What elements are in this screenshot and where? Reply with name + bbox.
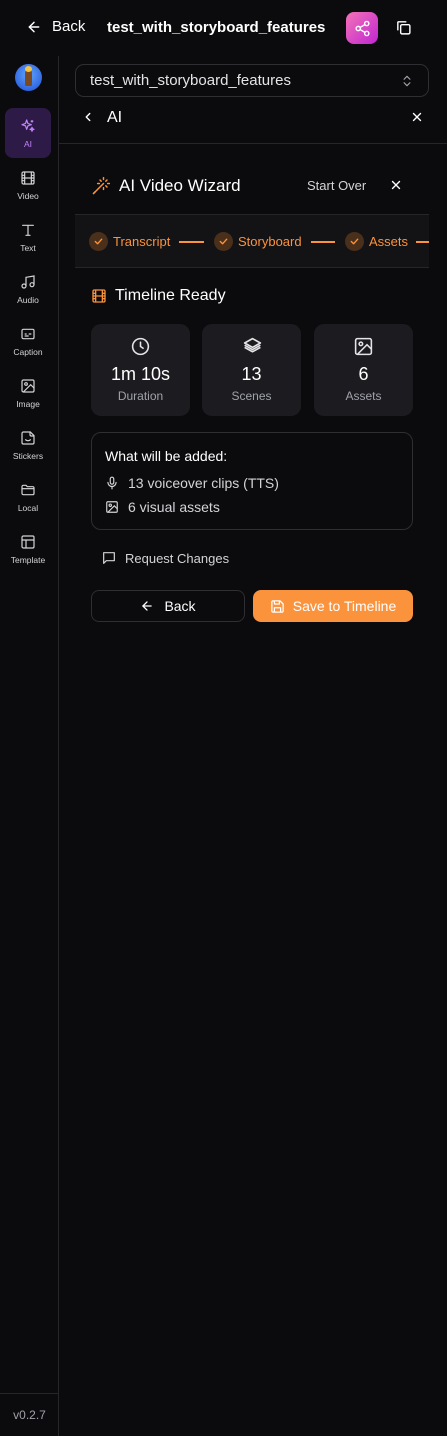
sidebar-item-label: Stickers: [12, 450, 44, 461]
sidebar-item-label: Image: [16, 398, 40, 409]
step-label: Assets: [369, 234, 409, 249]
status-title: Timeline Ready: [115, 287, 226, 304]
app-version: v0.2.7: [13, 1408, 46, 1422]
arrow-left-icon: [140, 599, 154, 613]
film-icon: [91, 288, 107, 304]
step-transcript[interactable]: Transcript: [89, 232, 170, 251]
step-assets[interactable]: Assets: [345, 232, 408, 251]
image-icon: [20, 378, 36, 394]
panel-title: AI: [107, 109, 123, 126]
stat-label: Assets: [345, 389, 382, 403]
folder-icon: [20, 482, 36, 498]
sparkles-icon: [20, 118, 36, 134]
share-icon: [354, 20, 371, 37]
sidebar: AI Video Text Audio Caption Image Sticke…: [0, 56, 59, 1436]
caption-icon: [20, 326, 36, 342]
stat-card-assets: 6 Assets: [314, 324, 413, 416]
step-storyboard[interactable]: Storyboard: [214, 232, 302, 251]
image-icon: [353, 336, 374, 357]
step-connector: [311, 241, 335, 243]
sidebar-item-label: Template: [10, 554, 46, 565]
sidebar-item-template[interactable]: Template: [5, 524, 51, 574]
sidebar-item-label: Video: [17, 190, 39, 201]
sidebar-item-label: Caption: [13, 346, 43, 357]
stat-label: Duration: [117, 389, 164, 403]
clock-icon: [130, 336, 151, 357]
sidebar-item-local[interactable]: Local: [5, 472, 51, 522]
close-icon[interactable]: [410, 110, 424, 124]
duplicate-button[interactable]: [392, 16, 414, 38]
added-summary-title: What will be added:: [105, 448, 228, 464]
step-label: Transcript: [113, 234, 171, 249]
list-item-text: 13 voiceover clips (TTS): [128, 475, 279, 491]
back-button-label: Back: [164, 598, 196, 614]
step-label: Storyboard: [238, 234, 302, 249]
mic-icon: [105, 476, 119, 490]
sticker-icon: [20, 430, 36, 446]
film-icon: [20, 170, 36, 186]
list-item: 13 voiceover clips (TTS): [105, 475, 279, 491]
music-icon: [20, 274, 36, 290]
step-connector: [416, 241, 429, 243]
wizard-header: AI Video Wizard Start Over: [91, 174, 411, 198]
back-button[interactable]: Back: [26, 18, 85, 35]
save-to-timeline-button[interactable]: Save to Timeline: [253, 590, 413, 622]
sidebar-item-image[interactable]: Image: [5, 368, 51, 418]
sidebar-item-text[interactable]: Text: [5, 212, 51, 262]
sidebar-item-label: AI: [23, 138, 33, 149]
check-icon: [89, 232, 108, 251]
stat-card-duration: 1m 10s Duration: [91, 324, 190, 416]
image-icon: [105, 500, 119, 514]
top-bar: Back test_with_storyboard_features: [0, 0, 447, 56]
sidebar-item-caption[interactable]: Caption: [5, 316, 51, 366]
stat-label: Scenes: [231, 389, 272, 403]
sidebar-item-label: Audio: [17, 294, 39, 305]
list-item: 6 visual assets: [105, 499, 220, 515]
save-button-label: Save to Timeline: [292, 598, 397, 614]
text-icon: [20, 222, 36, 238]
check-icon: [214, 232, 233, 251]
template-icon: [20, 534, 36, 550]
divider: [0, 1393, 59, 1394]
added-summary: What will be added: 13 voiceover clips (…: [91, 432, 413, 530]
magic-wand-icon: [91, 176, 111, 196]
close-icon[interactable]: [389, 178, 403, 192]
copy-icon: [395, 19, 412, 36]
sidebar-item-stickers[interactable]: Stickers: [5, 420, 51, 470]
arrow-left-icon: [26, 19, 42, 35]
save-icon: [270, 599, 285, 614]
project-select[interactable]: test_with_storyboard_features: [75, 64, 429, 97]
chevrons-up-down-icon: [400, 73, 414, 89]
stat-card-scenes: 13 Scenes: [202, 324, 301, 416]
sidebar-item-label: Text: [20, 242, 36, 253]
project-title: test_with_storyboard_features: [107, 19, 326, 36]
sidebar-item-audio[interactable]: Audio: [5, 264, 51, 314]
sidebar-item-ai[interactable]: AI: [5, 108, 51, 158]
request-changes-button[interactable]: Request Changes: [101, 550, 229, 566]
stat-value: 6: [358, 364, 369, 384]
back-button-label: Back: [52, 18, 86, 35]
share-button[interactable]: [346, 12, 378, 44]
request-changes-label: Request Changes: [125, 550, 230, 566]
wizard-title: AI Video Wizard: [119, 176, 241, 195]
check-icon: [345, 232, 364, 251]
back-button[interactable]: Back: [91, 590, 245, 622]
step-connector: [179, 241, 204, 243]
stat-value: 1m 10s: [110, 364, 171, 384]
sidebar-item-video[interactable]: Video: [5, 160, 51, 210]
message-icon: [101, 550, 117, 566]
sidebar-item-label: Local: [17, 502, 39, 513]
project-select-value: test_with_storyboard_features: [90, 72, 291, 89]
start-over-button[interactable]: Start Over: [307, 178, 366, 193]
panel-header: AI: [59, 100, 447, 144]
wizard-steps: Transcript Storyboard Assets: [75, 214, 429, 268]
layers-icon: [242, 336, 263, 357]
stat-value: 13: [241, 364, 262, 384]
list-item-text: 6 visual assets: [128, 499, 220, 515]
avatar[interactable]: [15, 64, 42, 91]
chevron-left-icon[interactable]: [81, 110, 95, 124]
